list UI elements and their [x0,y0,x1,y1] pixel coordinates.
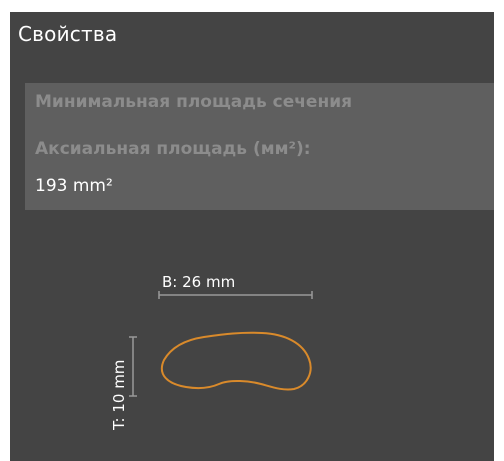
cross-section-outline [160,331,312,391]
screenshot-frame: Свойства Минимальная площадь сечения Акс… [0,0,504,461]
width-label: B: 26 mm [162,273,235,291]
cross-section-diagram: B: 26 mm T: 10 mm [110,273,313,431]
width-dimension: B: 26 mm [158,273,313,299]
thickness-label: T: 10 mm [110,360,128,431]
thickness-dimension: T: 10 mm [110,336,137,431]
